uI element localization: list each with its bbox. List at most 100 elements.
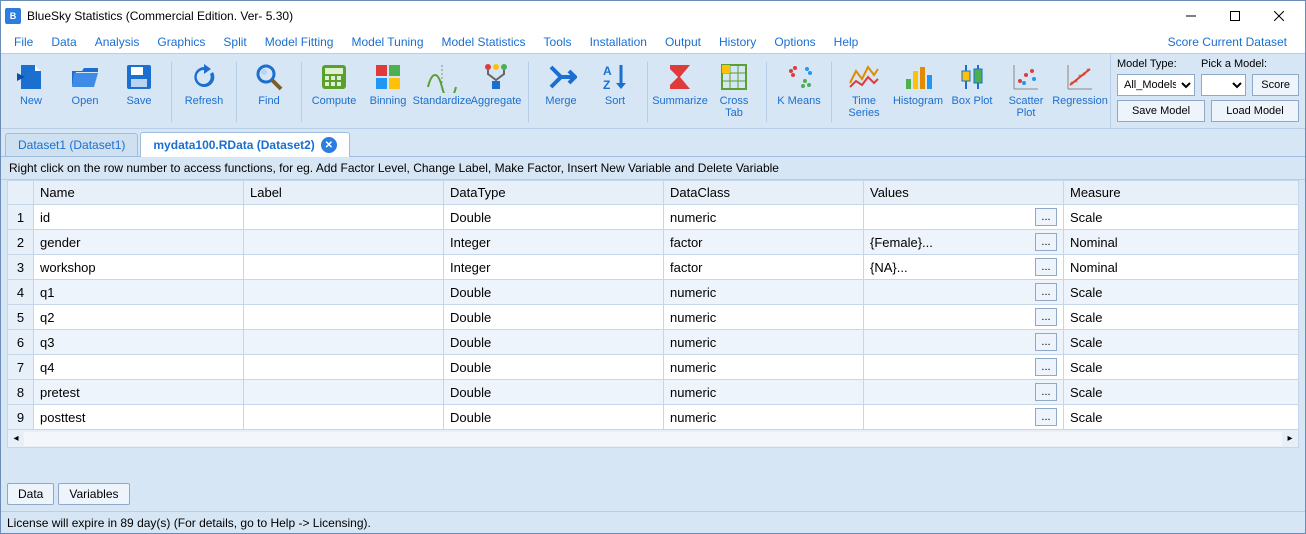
cell-datatype[interactable]: Double: [444, 330, 664, 355]
cell-dataclass[interactable]: numeric: [664, 280, 864, 305]
dataset-tab-0[interactable]: Dataset1 (Dataset1): [5, 133, 138, 156]
cell-name[interactable]: q4: [34, 355, 244, 380]
cell-dataclass[interactable]: factor: [664, 255, 864, 280]
col-measure[interactable]: Measure: [1064, 181, 1299, 205]
cell-measure[interactable]: Scale: [1064, 405, 1299, 430]
menu-analysis[interactable]: Analysis: [88, 33, 147, 51]
toolbar-boxplot-button[interactable]: Box Plot: [946, 58, 998, 126]
cell-datatype[interactable]: Double: [444, 405, 664, 430]
horizontal-scrollbar[interactable]: ◂ ▸: [7, 430, 1299, 448]
model-type-select[interactable]: All_Models: [1117, 74, 1195, 96]
toolbar-compute-button[interactable]: Compute: [308, 58, 360, 126]
menu-model-statistics[interactable]: Model Statistics: [435, 33, 533, 51]
menu-output[interactable]: Output: [658, 33, 708, 51]
cell-values[interactable]: ...: [864, 330, 1064, 355]
toolbar-sort-button[interactable]: AZSort: [589, 58, 641, 126]
cell-dataclass[interactable]: numeric: [664, 330, 864, 355]
values-edit-button[interactable]: ...: [1035, 283, 1057, 301]
cell-label[interactable]: [244, 230, 444, 255]
toolbar-timeseries-button[interactable]: Time Series: [838, 58, 890, 126]
load-model-button[interactable]: Load Model: [1211, 100, 1299, 122]
cell-datatype[interactable]: Double: [444, 280, 664, 305]
col-label[interactable]: Label: [244, 181, 444, 205]
toolbar-find-button[interactable]: Find: [243, 58, 295, 126]
cell-values[interactable]: {NA}......: [864, 255, 1064, 280]
values-edit-button[interactable]: ...: [1035, 408, 1057, 426]
toolbar-scatter-button[interactable]: Scatter Plot: [1000, 58, 1052, 126]
cell-name[interactable]: pretest: [34, 380, 244, 405]
cell-values[interactable]: ...: [864, 405, 1064, 430]
cell-datatype[interactable]: Double: [444, 380, 664, 405]
cell-label[interactable]: [244, 355, 444, 380]
cell-measure[interactable]: Scale: [1064, 305, 1299, 330]
row-number[interactable]: 6: [8, 330, 34, 355]
table-row[interactable]: 6q3Doublenumeric...Scale: [8, 330, 1299, 355]
cell-label[interactable]: [244, 280, 444, 305]
cell-label[interactable]: [244, 305, 444, 330]
menu-options[interactable]: Options: [767, 33, 822, 51]
table-row[interactable]: 2genderIntegerfactor{Female}......Nomina…: [8, 230, 1299, 255]
scroll-right-icon[interactable]: ▸: [1282, 431, 1298, 447]
minimize-button[interactable]: [1169, 1, 1213, 31]
save-model-button[interactable]: Save Model: [1117, 100, 1205, 122]
toolbar-refresh-button[interactable]: Refresh: [178, 58, 230, 126]
menu-tools[interactable]: Tools: [537, 33, 579, 51]
cell-measure[interactable]: Scale: [1064, 280, 1299, 305]
toolbar-summarize-button[interactable]: Summarize: [654, 58, 706, 126]
col-dataclass[interactable]: DataClass: [664, 181, 864, 205]
table-row[interactable]: 3workshopIntegerfactor{NA}......Nominal: [8, 255, 1299, 280]
cell-name[interactable]: id: [34, 205, 244, 230]
menu-history[interactable]: History: [712, 33, 763, 51]
tab-close-icon[interactable]: ✕: [321, 137, 337, 153]
cell-measure[interactable]: Nominal: [1064, 255, 1299, 280]
cell-name[interactable]: q2: [34, 305, 244, 330]
toolbar-new-button[interactable]: New: [5, 58, 57, 126]
toolbar-crosstab-button[interactable]: Cross Tab: [708, 58, 760, 126]
row-number[interactable]: 9: [8, 405, 34, 430]
cell-values[interactable]: ...: [864, 380, 1064, 405]
col-datatype[interactable]: DataType: [444, 181, 664, 205]
row-number[interactable]: 8: [8, 380, 34, 405]
cell-dataclass[interactable]: numeric: [664, 405, 864, 430]
table-row[interactable]: 5q2Doublenumeric...Scale: [8, 305, 1299, 330]
values-edit-button[interactable]: ...: [1035, 383, 1057, 401]
dataset-tab-1[interactable]: mydata100.RData (Dataset2)✕: [140, 132, 349, 157]
toolbar-histogram-button[interactable]: Histogram: [892, 58, 944, 126]
cell-values[interactable]: ...: [864, 205, 1064, 230]
toolbar-standardize-button[interactable]: Standardize: [416, 58, 468, 126]
row-number[interactable]: 2: [8, 230, 34, 255]
values-edit-button[interactable]: ...: [1035, 258, 1057, 276]
cell-values[interactable]: ...: [864, 280, 1064, 305]
row-number[interactable]: 3: [8, 255, 34, 280]
cell-label[interactable]: [244, 405, 444, 430]
table-row[interactable]: 1idDoublenumeric...Scale: [8, 205, 1299, 230]
menu-model-fitting[interactable]: Model Fitting: [258, 33, 341, 51]
row-number[interactable]: 7: [8, 355, 34, 380]
toolbar-aggregate-button[interactable]: Aggregate: [470, 58, 522, 126]
cell-name[interactable]: q3: [34, 330, 244, 355]
cell-datatype[interactable]: Double: [444, 205, 664, 230]
table-row[interactable]: 4q1Doublenumeric...Scale: [8, 280, 1299, 305]
toolbar-open-button[interactable]: Open: [59, 58, 111, 126]
cell-measure[interactable]: Scale: [1064, 355, 1299, 380]
cell-datatype[interactable]: Double: [444, 305, 664, 330]
close-button[interactable]: [1257, 1, 1301, 31]
table-row[interactable]: 8pretest Doublenumeric... Scale: [8, 380, 1299, 405]
cell-dataclass[interactable]: numeric: [664, 380, 864, 405]
cell-label[interactable]: [244, 330, 444, 355]
menu-split[interactable]: Split: [216, 33, 253, 51]
row-number[interactable]: 5: [8, 305, 34, 330]
row-number[interactable]: 1: [8, 205, 34, 230]
score-button[interactable]: Score: [1252, 74, 1299, 96]
cell-label[interactable]: [244, 255, 444, 280]
values-edit-button[interactable]: ...: [1035, 333, 1057, 351]
toolbar-merge-button[interactable]: Merge: [535, 58, 587, 126]
cell-measure[interactable]: Scale: [1064, 380, 1299, 405]
cell-name[interactable]: gender: [34, 230, 244, 255]
cell-measure[interactable]: Scale: [1064, 205, 1299, 230]
cell-label[interactable]: [244, 380, 444, 405]
menu-file[interactable]: File: [7, 33, 40, 51]
cell-name[interactable]: posttest: [34, 405, 244, 430]
cell-values[interactable]: ...: [864, 305, 1064, 330]
values-edit-button[interactable]: ...: [1035, 358, 1057, 376]
